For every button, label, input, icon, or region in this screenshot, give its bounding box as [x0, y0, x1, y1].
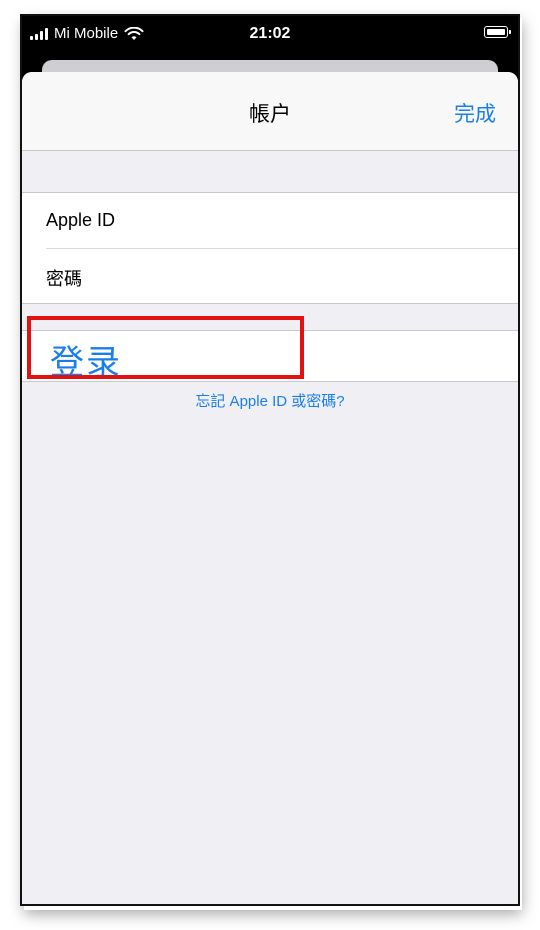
password-field[interactable]: 密碼 — [46, 248, 518, 303]
nav-bar: 帳户 完成 — [22, 72, 518, 151]
password-label: 密碼 — [46, 269, 82, 289]
status-time: 21:02 — [249, 25, 291, 42]
page-title: 帳户 — [249, 103, 291, 126]
status-bar: Mi Mobile 21:02 — [22, 16, 518, 52]
battery-icon — [484, 26, 511, 38]
phone-frame: Mi Mobile 21:02 帳户 完成 Apple ID 密碼 登录 忘記 … — [20, 14, 520, 906]
apple-id-label: Apple ID — [46, 210, 116, 230]
done-button[interactable]: 完成 — [454, 98, 496, 128]
apple-id-field[interactable]: Apple ID — [46, 193, 518, 249]
account-sheet: 帳户 完成 Apple ID 密碼 登录 忘記 Apple ID 或密碼? — [22, 72, 518, 904]
credentials-group: Apple ID 密碼 — [22, 192, 518, 304]
highlight-box — [27, 316, 304, 379]
forgot-password-link[interactable]: 忘記 Apple ID 或密碼? — [22, 390, 518, 411]
